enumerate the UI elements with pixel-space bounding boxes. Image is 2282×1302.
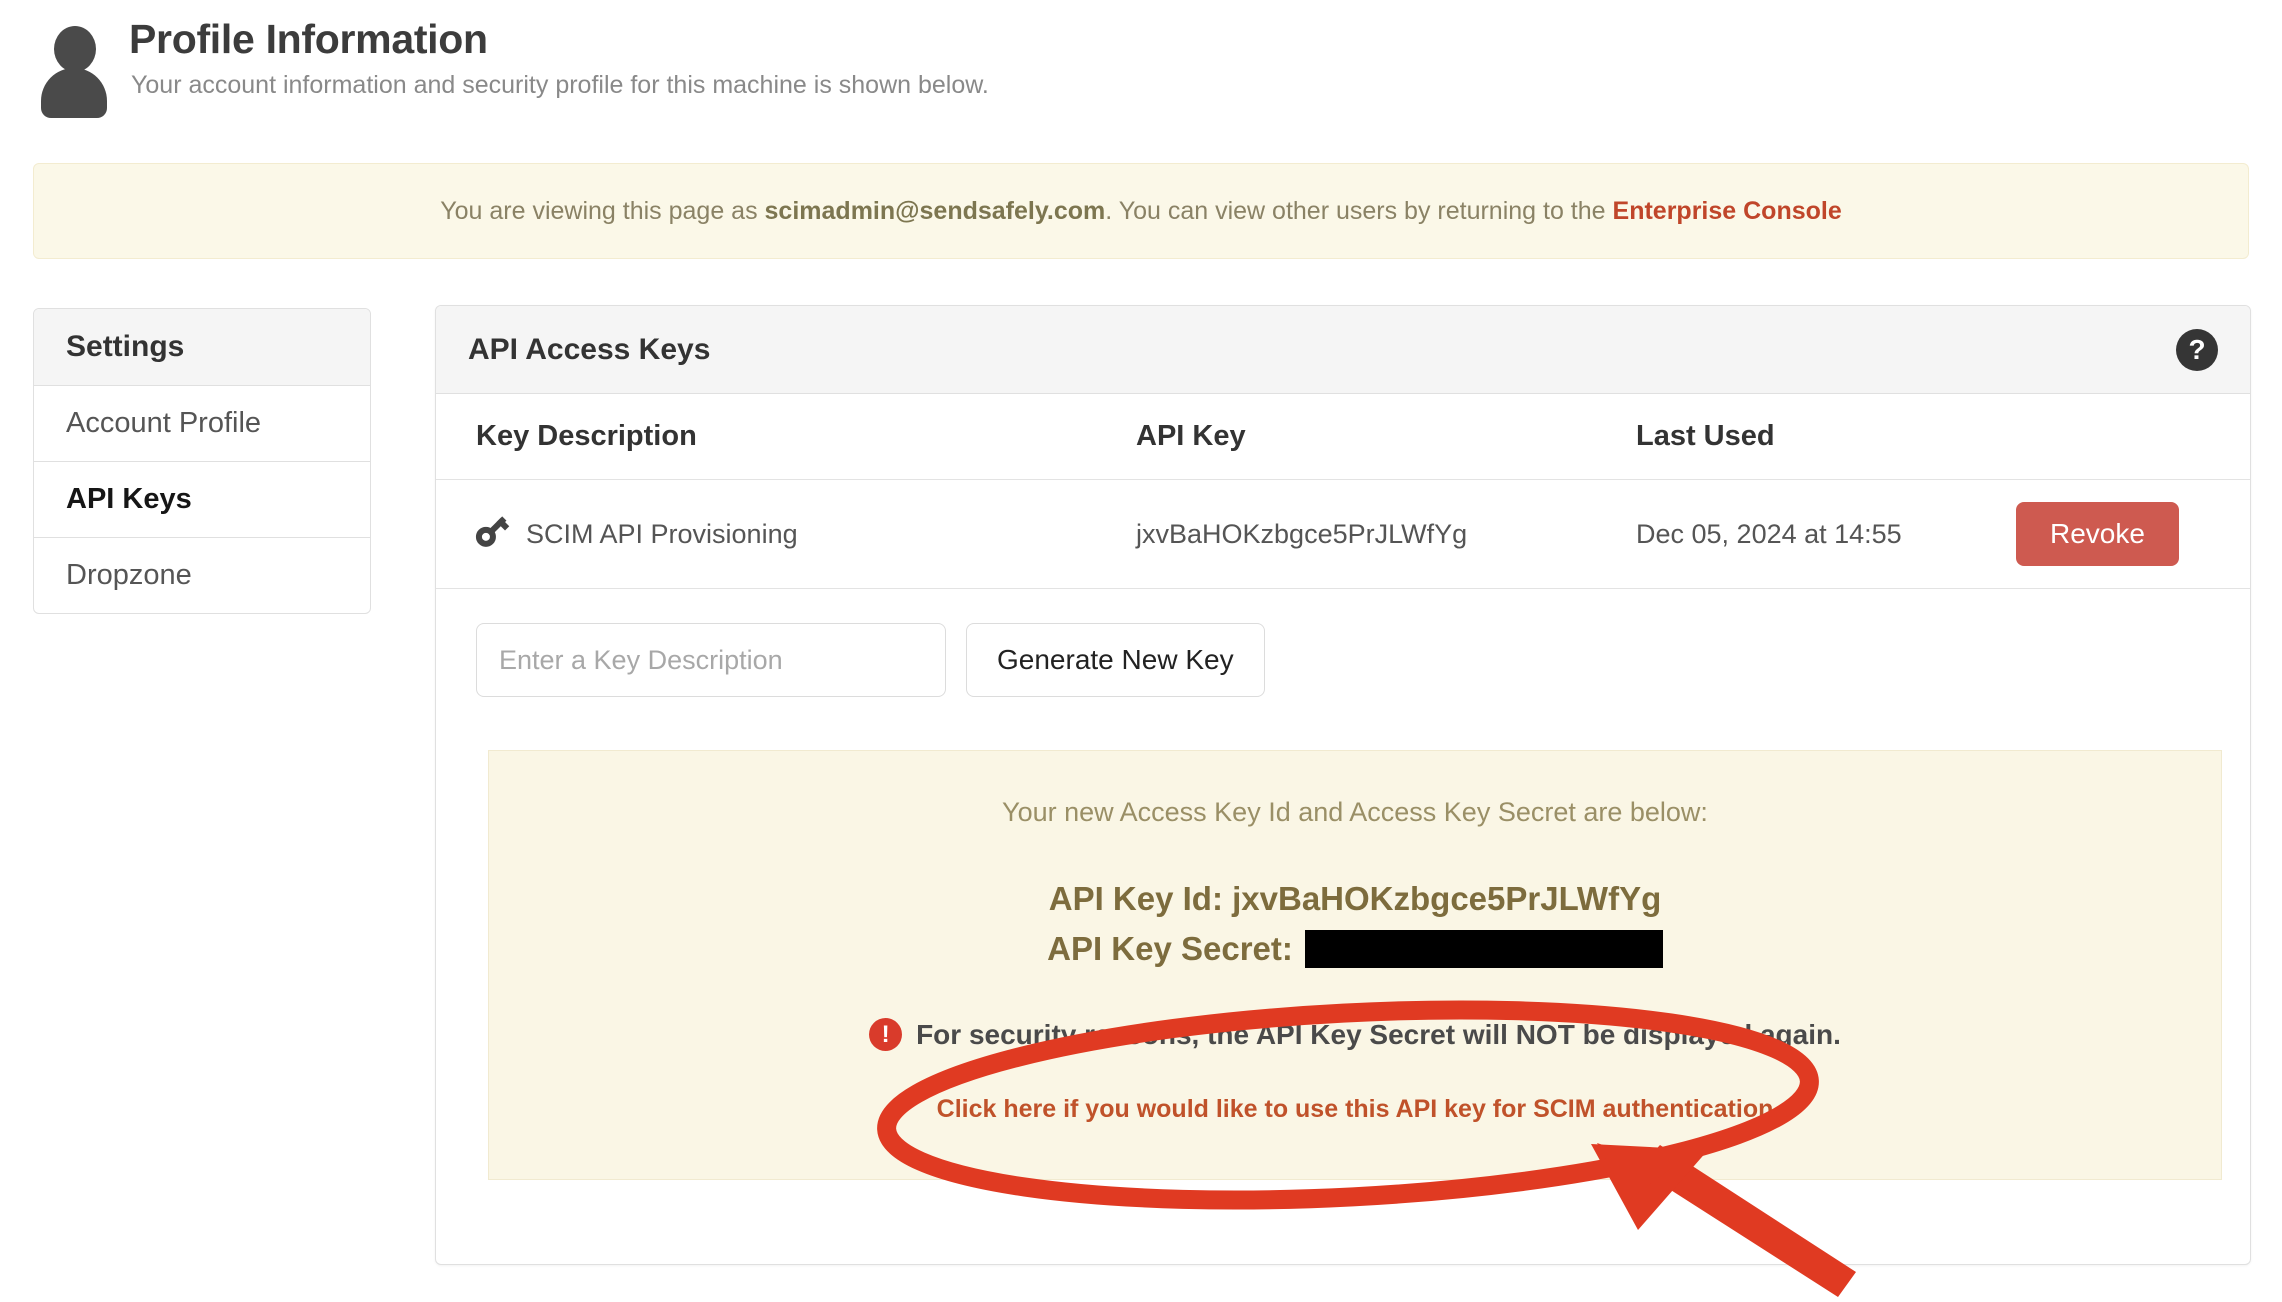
cell-actions: Revoke — [2016, 479, 2250, 589]
sidebar-heading: Settings — [34, 309, 370, 386]
new-key-secret-label: API Key Secret: — [1047, 930, 1293, 967]
banner-email: scimadmin@sendsafely.com — [764, 196, 1106, 225]
security-warning-text-row: ! For security reasons, the API Key Secr… — [489, 1018, 2221, 1051]
new-key-secret-row: API Key Secret: — [489, 930, 2221, 968]
column-header-api-key: API Key — [1136, 394, 1636, 480]
revoke-button[interactable]: Revoke — [2016, 502, 2179, 566]
security-warning-text: For security reasons, the API Key Secret… — [916, 1018, 1841, 1050]
table-header-row: Key Description API Key Last Used — [436, 394, 2250, 480]
sidebar-item-account-profile[interactable]: Account Profile — [34, 386, 370, 462]
banner-prefix: You are viewing this page as — [440, 196, 765, 225]
key-description-input[interactable] — [476, 623, 946, 697]
banner-middle: . You can view other users by returning … — [1105, 196, 1613, 225]
settings-sidebar: Settings Account Profile API Keys Dropzo… — [33, 308, 371, 614]
exclamation-circle-icon: ! — [869, 1018, 903, 1051]
cell-last-used: Dec 05, 2024 at 14:55 — [1636, 479, 2016, 589]
new-key-alert: Your new Access Key Id and Access Key Se… — [488, 750, 2222, 1180]
generate-key-row: Generate New Key — [436, 589, 2250, 697]
table-body: SCIM API Provisioning jxvBaHOKzbgce5PrJL… — [436, 479, 2250, 589]
card-header: API Access Keys ? — [436, 306, 2250, 394]
table-head: Key Description API Key Last Used — [436, 394, 2250, 480]
user-avatar-icon — [34, 24, 112, 118]
page-title: Profile Information — [129, 16, 488, 62]
page-subtitle: Your account information and security pr… — [131, 71, 989, 100]
column-header-key-description: Key Description — [436, 394, 1136, 480]
api-keys-table: Key Description API Key Last Used SCIM A… — [436, 394, 2250, 589]
sidebar-item-dropzone[interactable]: Dropzone — [34, 538, 370, 613]
question-mark-circle-icon[interactable]: ? — [2176, 328, 2218, 371]
header-text-block: Profile Information Your account informa… — [129, 16, 989, 100]
key-icon — [469, 510, 517, 558]
new-key-intro-text: Your new Access Key Id and Access Key Se… — [1002, 797, 1708, 827]
generate-new-key-button[interactable]: Generate New Key — [966, 623, 1265, 697]
key-description-text: SCIM API Provisioning — [526, 518, 798, 549]
impersonation-banner-text: You are viewing this page as scimadmin@s… — [440, 197, 1842, 226]
column-header-last-used: Last Used — [1636, 394, 2016, 480]
cell-key-description: SCIM API Provisioning — [436, 479, 1136, 589]
new-key-id-text: API Key Id: jxvBaHOKzbgce5PrJLWfYg — [1048, 880, 1662, 917]
card-title: API Access Keys — [468, 332, 711, 366]
page-header: Profile Information Your account informa… — [34, 16, 989, 118]
sidebar-item-api-keys[interactable]: API Keys — [34, 462, 370, 538]
page-root: Profile Information Your account informa… — [0, 0, 2282, 1302]
secret-redaction-bar — [1304, 930, 1663, 968]
scim-authentication-link[interactable]: Click here if you would like to use this… — [489, 1095, 2221, 1124]
table-row: SCIM API Provisioning jxvBaHOKzbgce5PrJL… — [436, 479, 2250, 589]
enterprise-console-link[interactable]: Enterprise Console — [1613, 197, 1842, 225]
column-header-actions — [2016, 394, 2250, 480]
impersonation-banner: You are viewing this page as scimadmin@s… — [33, 163, 2249, 259]
cell-api-key: jxvBaHOKzbgce5PrJLWfYg — [1136, 479, 1636, 589]
